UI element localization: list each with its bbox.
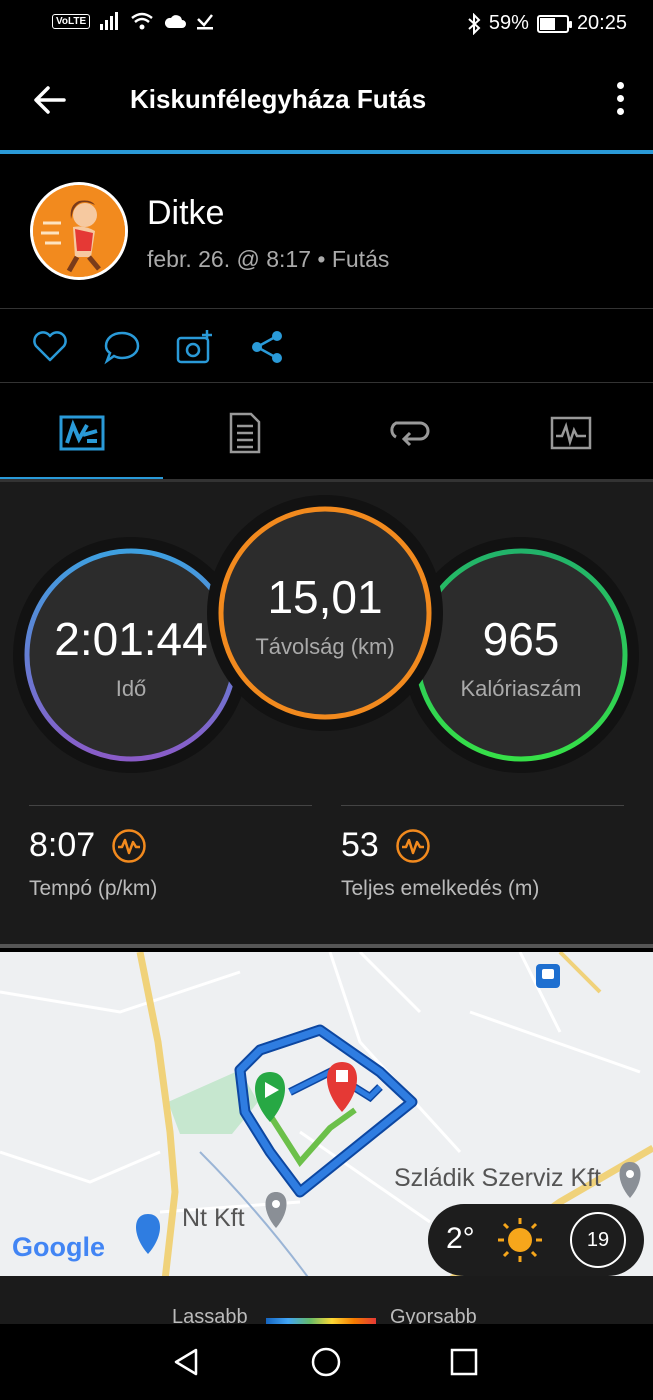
home-circle-icon[interactable] xyxy=(310,1346,342,1378)
app-bar: Kiskunfélegyháza Futás xyxy=(0,50,653,150)
elevation-metric: 53 Teljes emelkedés (m) xyxy=(341,805,624,901)
comment-icon[interactable] xyxy=(103,328,141,366)
pace-pulse-icon[interactable] xyxy=(111,828,147,864)
like-heart-icon[interactable] xyxy=(31,328,69,366)
elevation-label: Teljes emelkedés (m) xyxy=(341,877,540,900)
business-label[interactable]: Szládik Szerviz Kft xyxy=(394,1164,601,1193)
back-arrow-icon[interactable] xyxy=(30,80,70,120)
pace-legend: Lassabb Gyorsabb xyxy=(0,1276,653,1328)
system-nav-bar xyxy=(0,1324,653,1400)
weather-temperature: 2° xyxy=(446,1222,475,1255)
time-value: 2:01:44 xyxy=(54,613,208,665)
activity-meta: febr. 26. @ 8:17 • Futás xyxy=(147,246,390,272)
wind-indicator: 19 xyxy=(570,1212,626,1268)
tab-laps[interactable] xyxy=(326,384,489,482)
time-label: Idő xyxy=(115,676,147,701)
route-map[interactable]: Szládik Szerviz Kft Nt Kft Google 2° 19 xyxy=(0,952,653,1280)
cloud-icon xyxy=(165,15,187,28)
page-title: Kiskunfélegyháza Futás xyxy=(130,84,427,114)
tab-overview[interactable] xyxy=(0,384,163,482)
pace-value: 8:07 xyxy=(29,826,96,864)
details-list-icon xyxy=(229,412,260,454)
tab-bar xyxy=(0,384,653,482)
download-icon xyxy=(197,14,214,30)
distance-label: Távolság (km) xyxy=(255,634,395,659)
clock: 20:25 xyxy=(576,12,627,34)
distance-value: 15,01 xyxy=(267,571,383,623)
time-stat: 2:01:44 Idő xyxy=(31,612,231,702)
calories-value: 965 xyxy=(482,613,560,665)
pace-label: Tempó (p/km) xyxy=(29,877,158,900)
share-icon[interactable] xyxy=(249,328,287,366)
back-triangle-icon[interactable] xyxy=(170,1346,202,1378)
runner-avatar-icon xyxy=(33,185,125,277)
distance-stat: 15,01 Távolság (km) xyxy=(225,570,425,660)
elevation-pulse-icon[interactable] xyxy=(395,828,431,864)
map-section: Szládik Szerviz Kft Nt Kft Google 2° 19 xyxy=(0,944,653,1280)
place-label[interactable]: Nt Kft xyxy=(182,1204,245,1233)
tab-details[interactable] xyxy=(163,384,326,482)
weather-badge: 2° 19 xyxy=(428,1204,644,1276)
stats-panel: 2:01:44 Idő 15,01 Távolság (km) 965 Kaló… xyxy=(0,482,653,944)
more-vert-icon[interactable] xyxy=(615,82,625,118)
signal-icon xyxy=(100,12,119,30)
calories-label: Kalóriaszám xyxy=(460,676,582,701)
recents-square-icon[interactable] xyxy=(448,1346,480,1378)
pace-metric: 8:07 Tempó (p/km) xyxy=(29,805,312,901)
activity-header: Ditke febr. 26. @ 8:17 • Futás xyxy=(0,154,653,309)
action-bar xyxy=(0,310,653,383)
battery-percent: 59% xyxy=(488,12,529,34)
calories-stat: 965 Kalóriaszám xyxy=(421,612,621,702)
volte-indicator: VoLTE xyxy=(52,13,91,29)
sun-icon xyxy=(498,1218,542,1262)
battery-icon xyxy=(536,14,572,33)
bluetooth-icon xyxy=(468,12,481,35)
charts-icon xyxy=(550,416,591,450)
google-logo: Google xyxy=(12,1232,105,1262)
athlete-name[interactable]: Ditke xyxy=(147,194,224,233)
wifi-icon xyxy=(131,12,153,30)
laps-loop-icon xyxy=(389,421,429,447)
add-photo-icon[interactable] xyxy=(176,328,214,366)
elevation-value: 53 xyxy=(341,826,379,864)
avatar[interactable] xyxy=(30,182,128,280)
map-overview-icon xyxy=(59,415,104,451)
wind-speed: 19 xyxy=(586,1228,610,1251)
status-bar: VoLTE 59% 20:25 xyxy=(0,0,653,50)
tab-charts[interactable] xyxy=(489,384,652,482)
